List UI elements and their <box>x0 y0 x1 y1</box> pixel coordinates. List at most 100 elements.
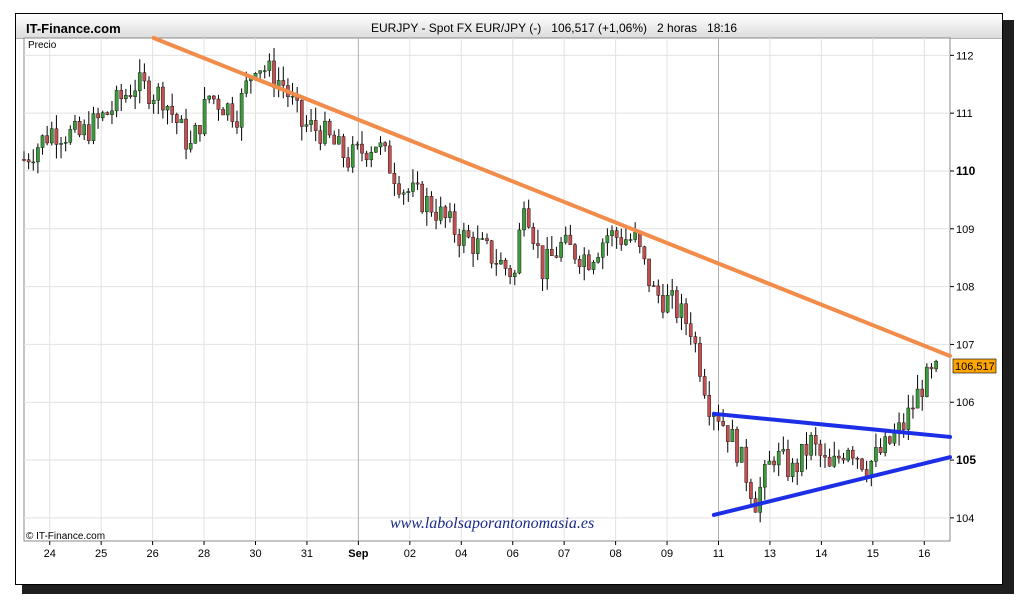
y-tick-label: 110 <box>956 164 976 178</box>
candle-body <box>212 95 216 100</box>
candle-body <box>688 323 693 337</box>
candle-body <box>522 208 526 231</box>
candle-body <box>763 464 767 488</box>
candle-body <box>457 234 462 246</box>
candle-body <box>290 95 295 98</box>
candle-body <box>387 145 392 174</box>
candle-body <box>878 447 883 453</box>
candle-body <box>758 486 762 513</box>
candle-body <box>202 99 207 135</box>
candle-body <box>313 120 318 131</box>
candle-body <box>179 118 184 123</box>
candle-body <box>45 135 49 144</box>
y-axis: 104 105 106 107 108 109 110 111 112 <box>950 50 976 525</box>
candle-body <box>517 229 522 274</box>
y-tick-label: 104 <box>956 513 974 525</box>
candle-body <box>512 272 517 277</box>
candle-body <box>804 443 809 456</box>
candle-body <box>614 230 619 238</box>
candle-body <box>369 151 374 161</box>
candle-body <box>91 113 96 141</box>
y-tick-label: 106 <box>956 397 974 409</box>
candle-body <box>147 80 151 104</box>
candle-body <box>36 147 40 163</box>
candle-body <box>63 142 68 144</box>
candle-body <box>401 192 406 195</box>
candle-body <box>165 105 170 111</box>
candle-body <box>624 239 628 245</box>
candle-body <box>415 182 420 185</box>
candle-body <box>846 449 850 461</box>
candle-body <box>573 244 577 260</box>
candle-body <box>429 196 434 213</box>
candle-body <box>22 159 26 161</box>
candle-body <box>494 262 499 265</box>
candle-body <box>87 124 91 141</box>
candle-body <box>665 295 670 313</box>
candle-body <box>619 237 624 245</box>
y-tick-label: 112 <box>956 50 974 62</box>
candle-body <box>707 395 712 417</box>
candle-body <box>661 295 665 313</box>
candle-body <box>161 86 165 111</box>
candle-body <box>73 121 77 130</box>
candle-body <box>837 455 841 459</box>
candle-body <box>725 425 730 442</box>
x-tick-label: 14 <box>815 548 827 560</box>
candle-body <box>332 134 337 145</box>
candle-body <box>795 462 800 472</box>
price-badge-text: 106,517 <box>955 361 995 373</box>
candle-body <box>883 436 887 453</box>
candle-body <box>258 70 262 74</box>
candle-body <box>392 172 397 184</box>
candle-body <box>767 460 772 465</box>
candle-body <box>850 449 855 459</box>
y-tick-label: 108 <box>956 282 974 294</box>
candle-body <box>364 152 369 161</box>
candle-body <box>443 206 448 218</box>
candle-body <box>40 135 45 148</box>
candle-body <box>244 80 249 94</box>
candle-body <box>119 90 124 100</box>
candle-body <box>309 120 313 125</box>
candle-body <box>739 446 744 463</box>
candle-body <box>360 143 364 154</box>
candle-body <box>466 230 471 238</box>
y-tick-label: 107 <box>956 339 974 351</box>
candle-body <box>698 343 702 377</box>
candle-body <box>827 456 832 467</box>
candle-body <box>587 254 591 270</box>
x-tick-label: 07 <box>558 548 570 560</box>
candle-body <box>193 125 198 144</box>
candle-body <box>651 285 656 287</box>
candle-body <box>776 450 781 466</box>
candle-body <box>383 142 387 147</box>
candle-body <box>675 290 679 318</box>
candle-body <box>77 121 82 136</box>
x-tick-label: 06 <box>507 548 519 560</box>
candle-body <box>142 72 147 82</box>
candle-body <box>605 235 610 244</box>
candle-body <box>855 457 860 460</box>
x-tick-label: 25 <box>95 548 107 560</box>
candle-body <box>702 376 707 396</box>
x-tick-label: 04 <box>455 548 467 560</box>
x-tick-label: 28 <box>198 548 210 560</box>
candle-body <box>841 457 846 461</box>
candle-body <box>452 211 457 235</box>
candle-body <box>216 98 221 110</box>
candle-body <box>350 144 355 168</box>
x-tick-label: Sep <box>348 548 368 560</box>
candle-body <box>151 99 156 104</box>
candle-body <box>406 191 411 194</box>
candle-body <box>911 407 915 410</box>
candle-body <box>304 124 309 127</box>
candle-body <box>100 112 105 119</box>
candle-body <box>860 458 864 470</box>
candle-body <box>730 428 735 442</box>
candle-body <box>508 268 512 277</box>
x-tick-label: 24 <box>44 548 56 560</box>
candle-body <box>906 407 911 430</box>
candle-body <box>425 196 429 213</box>
candle-body <box>225 103 230 116</box>
